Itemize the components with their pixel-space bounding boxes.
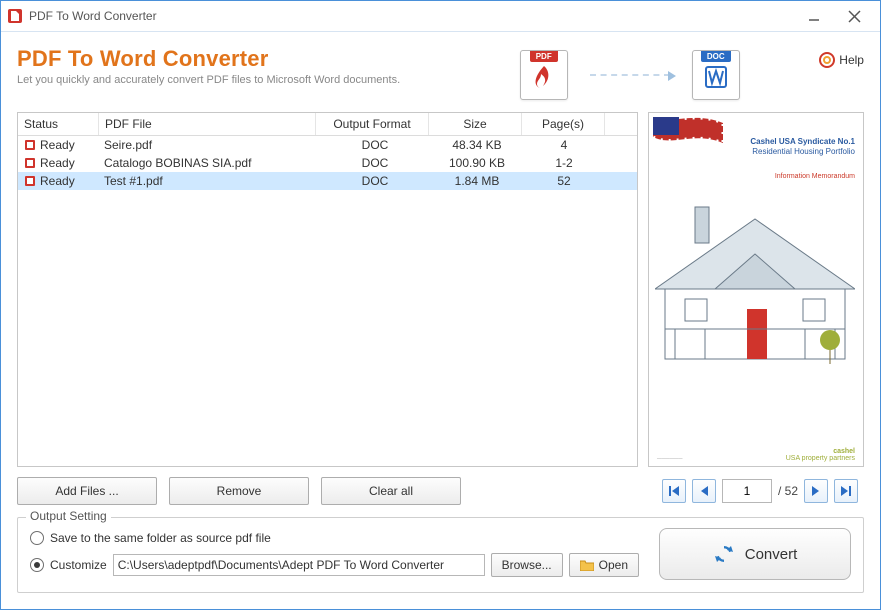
cell-format: DOC — [319, 154, 431, 172]
titlebar: PDF To Word Converter — [1, 1, 880, 32]
col-file[interactable]: PDF File — [99, 113, 316, 135]
conversion-graphic: PDF DOC — [520, 50, 740, 100]
next-page-button[interactable] — [804, 479, 828, 503]
help-label: Help — [839, 53, 864, 67]
cell-pages: 52 — [523, 172, 605, 190]
help-icon — [819, 52, 835, 68]
arrow-icon — [590, 74, 670, 77]
cell-status: Ready — [18, 154, 98, 172]
cell-file: Catalogo BOBINAS SIA.pdf — [98, 154, 319, 172]
table-row[interactable]: ReadySeire.pdfDOC48.34 KB4 — [18, 136, 637, 154]
page-title: PDF To Word Converter — [17, 46, 400, 72]
pdf-file-icon — [24, 157, 36, 169]
cell-pages: 1-2 — [523, 154, 605, 172]
customize-label: Customize — [50, 558, 107, 572]
same-folder-label: Save to the same folder as source pdf fi… — [50, 531, 271, 545]
cell-file: Test #1.pdf — [98, 172, 319, 190]
preview-info: Information Memorandum — [775, 173, 855, 180]
customize-option[interactable]: Customize Browse... Open — [30, 553, 639, 577]
page-number-input[interactable] — [722, 479, 772, 503]
cell-format: DOC — [319, 136, 431, 154]
same-folder-option[interactable]: Save to the same folder as source pdf fi… — [30, 531, 639, 545]
preview-pane: Cashel USA Syndicate No.1 Residential Ho… — [648, 112, 864, 467]
page-total: / 52 — [778, 484, 798, 498]
minimize-button[interactable] — [794, 5, 834, 27]
app-icon — [7, 8, 23, 24]
cell-status: Ready — [18, 172, 98, 190]
add-files-button[interactable]: Add Files ... — [17, 477, 157, 505]
doc-icon: DOC — [692, 50, 740, 100]
table-body: ReadySeire.pdfDOC48.34 KB4ReadyCatalogo … — [18, 136, 637, 466]
help-button[interactable]: Help — [819, 52, 864, 68]
table-header: Status PDF File Output Format Size Page(… — [18, 113, 637, 136]
page-subtitle: Let you quickly and accurately convert P… — [17, 74, 400, 86]
open-folder-button[interactable]: Open — [569, 553, 639, 577]
cell-size: 100.90 KB — [431, 154, 523, 172]
cell-status: Ready — [18, 136, 98, 154]
file-table: Status PDF File Output Format Size Page(… — [17, 112, 638, 467]
convert-button[interactable]: Convert — [659, 528, 851, 580]
output-legend: Output Setting — [26, 509, 111, 523]
pdf-file-icon — [24, 139, 36, 151]
refresh-icon — [713, 543, 735, 565]
convert-label: Convert — [745, 546, 798, 563]
preview-pager: / 52 — [662, 479, 858, 503]
close-button[interactable] — [834, 5, 874, 27]
radio-icon — [30, 558, 44, 572]
cell-pages: 4 — [523, 136, 605, 154]
preview-footer-left: ────── — [657, 456, 683, 462]
col-size[interactable]: Size — [429, 113, 522, 135]
prev-page-button[interactable] — [692, 479, 716, 503]
pdf-file-icon — [24, 175, 36, 187]
table-row[interactable]: ReadyCatalogo BOBINAS SIA.pdfDOC100.90 K… — [18, 154, 637, 172]
first-page-button[interactable] — [662, 479, 686, 503]
col-status[interactable]: Status — [18, 113, 99, 135]
last-page-button[interactable] — [834, 479, 858, 503]
cell-format: DOC — [319, 172, 431, 190]
browse-button[interactable]: Browse... — [491, 553, 563, 577]
cell-size: 48.34 KB — [431, 136, 523, 154]
radio-icon — [30, 531, 44, 545]
clear-all-button[interactable]: Clear all — [321, 477, 461, 505]
col-format[interactable]: Output Format — [316, 113, 429, 135]
pdf-icon: PDF — [520, 50, 568, 100]
cell-size: 1.84 MB — [431, 172, 523, 190]
output-setting-group: Output Setting Save to the same folder a… — [17, 517, 864, 593]
window-title: PDF To Word Converter — [29, 9, 794, 23]
house-graphic — [655, 199, 855, 369]
folder-icon — [580, 559, 594, 571]
file-toolbar: Add Files ... Remove Clear all / 52 — [17, 477, 864, 505]
table-row[interactable]: ReadyTest #1.pdfDOC1.84 MB52 — [18, 172, 637, 190]
preview-title: Cashel USA Syndicate No.1 Residential Ho… — [750, 137, 855, 156]
output-path-input[interactable] — [113, 554, 485, 576]
app-window: PDF To Word Converter PDF To Word Conver… — [0, 0, 881, 610]
cell-file: Seire.pdf — [98, 136, 319, 154]
header: PDF To Word Converter Let you quickly an… — [17, 46, 864, 100]
remove-button[interactable]: Remove — [169, 477, 309, 505]
flag-graphic — [653, 117, 723, 161]
col-pages[interactable]: Page(s) — [522, 113, 605, 135]
preview-footer-right: cashel USA property partners — [786, 448, 855, 462]
